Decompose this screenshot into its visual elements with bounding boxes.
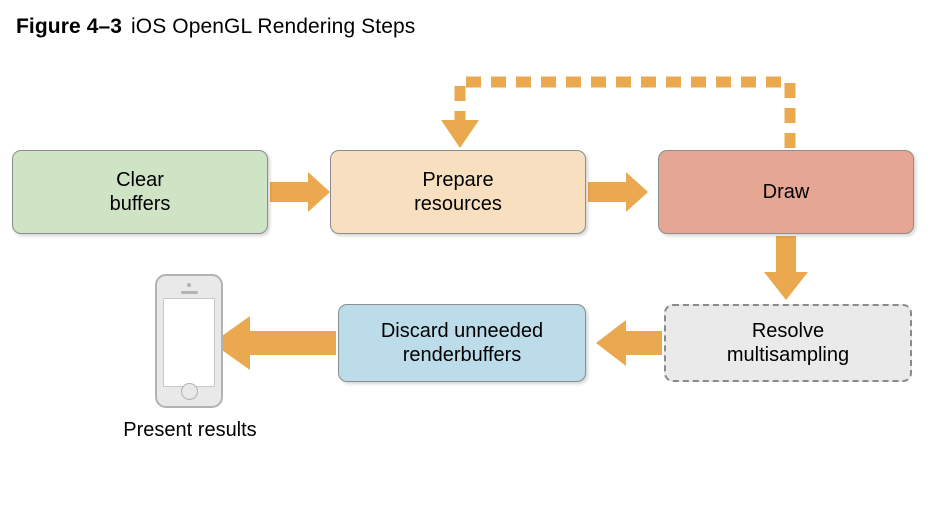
phone-speaker-icon [180, 291, 198, 294]
phone-home-button-icon [180, 383, 198, 400]
figure-title: Figure 4–3 iOS OpenGL Rendering Steps [16, 15, 415, 39]
phone-camera-icon [187, 283, 191, 287]
device-caption: Present results [123, 419, 257, 441]
arrow-draw-to-resolve [764, 236, 808, 300]
node-discard-renderbuffers-label: Discard unneeded renderbuffers [380, 319, 544, 366]
node-clear-buffers[interactable]: Clear buffers [12, 150, 268, 234]
figure-canvas: Figure 4–3 iOS OpenGL Rendering Steps Cl… [0, 0, 936, 512]
phone-screen [163, 298, 215, 387]
arrow-discard-to-device [212, 316, 336, 370]
node-draw[interactable]: Draw [658, 150, 914, 234]
arrow-clear-to-prepare [270, 172, 330, 212]
arrow-resolve-to-discard [596, 320, 662, 366]
node-resolve-multisampling[interactable]: Resolve multisampling [664, 304, 912, 382]
node-resolve-multisampling-label: Resolve multisampling [726, 319, 850, 366]
node-clear-buffers-label: Clear buffers [109, 168, 171, 215]
node-discard-renderbuffers[interactable]: Discard unneeded renderbuffers [338, 304, 586, 382]
node-prepare-resources-label: Prepare resources [414, 168, 502, 215]
figure-caption: iOS OpenGL Rendering Steps [131, 15, 416, 38]
node-prepare-resources[interactable]: Prepare resources [330, 150, 586, 234]
iphone-device-icon [155, 274, 223, 408]
arrow-prepare-to-draw [588, 172, 648, 212]
node-draw-label: Draw [762, 180, 810, 203]
arrow-draw-feedback-to-prepare [441, 76, 796, 148]
figure-number: Figure 4–3 [16, 15, 123, 38]
